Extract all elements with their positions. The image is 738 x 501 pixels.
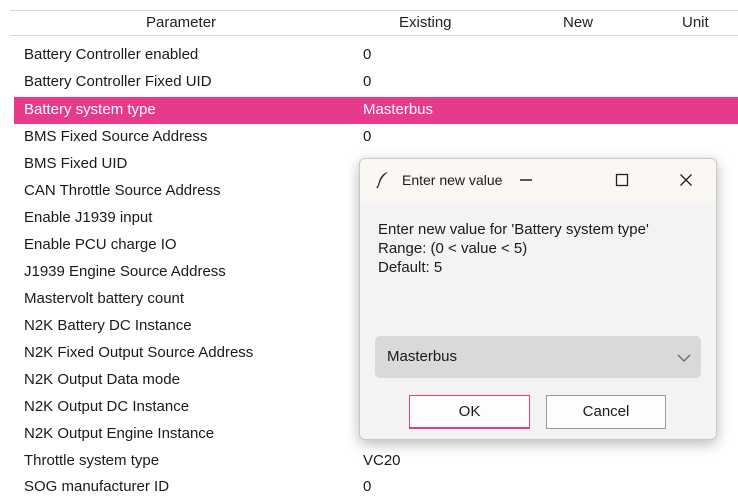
chevron-down-icon: [677, 350, 691, 367]
row-parameter: Mastervolt battery count: [24, 290, 185, 307]
table-row[interactable]: Throttle system type VC20: [14, 448, 738, 475]
row-parameter: BMS Fixed Source Address: [24, 128, 208, 145]
row-parameter: Enable J1939 input: [24, 209, 153, 226]
ok-button[interactable]: OK: [409, 395, 530, 429]
table-row[interactable]: Battery Controller Fixed UID 0: [14, 69, 738, 96]
column-header-parameter[interactable]: Parameter: [146, 14, 216, 31]
cancel-button[interactable]: Cancel: [546, 395, 666, 429]
minimize-button[interactable]: [511, 167, 541, 193]
row-parameter: Battery Controller enabled: [24, 46, 199, 63]
row-parameter: J1939 Engine Source Address: [24, 263, 226, 280]
close-button[interactable]: [671, 167, 701, 193]
row-existing: 0: [363, 478, 372, 495]
dialog-titlebar[interactable]: Enter new value: [360, 159, 716, 201]
dialog-range: Range: (0 < value < 5): [378, 240, 528, 257]
row-existing: VC20: [363, 452, 401, 469]
row-parameter: Battery system type: [24, 101, 156, 118]
feather-icon: [376, 171, 390, 189]
row-existing: 0: [363, 128, 372, 145]
row-existing: 0: [363, 46, 372, 63]
dropdown-value: Masterbus: [387, 348, 458, 365]
table-header: Parameter Existing New Unit: [10, 10, 738, 36]
value-dropdown[interactable]: Masterbus: [375, 336, 701, 378]
table-row[interactable]: SOG manufacturer ID 0: [14, 474, 738, 501]
row-parameter: N2K Output Data mode: [24, 371, 180, 388]
row-parameter: N2K Fixed Output Source Address: [24, 344, 254, 361]
row-parameter: N2K Battery DC Instance: [24, 317, 192, 334]
row-parameter: BMS Fixed UID: [24, 155, 128, 172]
row-existing: Masterbus: [363, 101, 434, 118]
maximize-button[interactable]: [607, 167, 637, 193]
dialog-title: Enter new value: [402, 172, 503, 188]
dialog-default: Default: 5: [378, 259, 443, 276]
row-parameter: Battery Controller Fixed UID: [24, 73, 212, 90]
close-icon: [679, 174, 693, 191]
column-header-new[interactable]: New: [563, 14, 593, 31]
row-parameter: Enable PCU charge IO: [24, 236, 177, 253]
row-parameter: N2K Output DC Instance: [24, 398, 190, 415]
table-row[interactable]: BMS Fixed Source Address 0: [14, 124, 738, 151]
column-header-unit[interactable]: Unit: [682, 14, 709, 31]
row-parameter: Throttle system type: [24, 452, 160, 469]
row-existing: 0: [363, 73, 372, 90]
table-row[interactable]: Battery Controller enabled 0: [14, 42, 738, 69]
row-parameter: SOG manufacturer ID: [24, 478, 170, 495]
enter-value-dialog: Enter new value Enter new value for 'Bat…: [359, 158, 717, 440]
table-row-selected[interactable]: Battery system type Masterbus: [14, 97, 738, 124]
column-header-existing[interactable]: Existing: [399, 14, 452, 31]
minimize-icon: [519, 174, 533, 191]
row-parameter: N2K Output Engine Instance: [24, 425, 215, 442]
maximize-icon: [615, 173, 629, 191]
dialog-prompt: Enter new value for 'Battery system type…: [378, 221, 649, 238]
row-parameter: CAN Throttle Source Address: [24, 182, 221, 199]
